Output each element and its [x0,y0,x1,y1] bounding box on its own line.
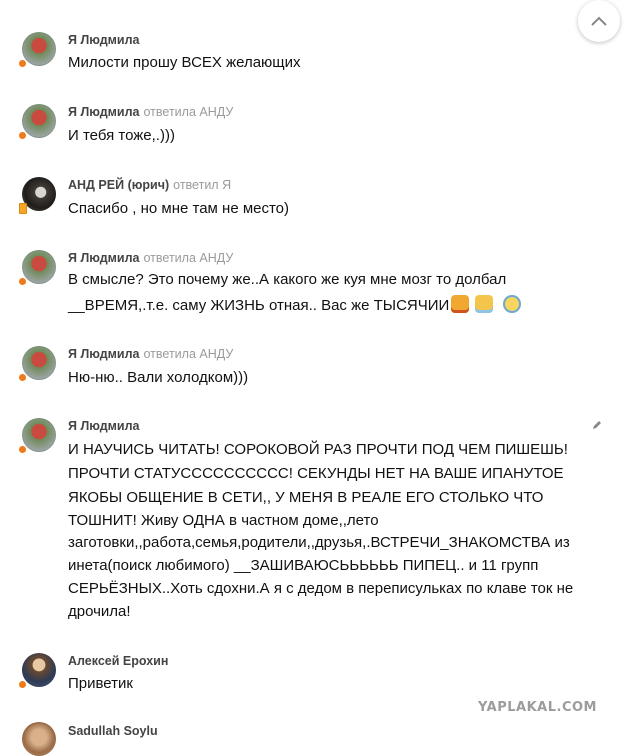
avatar[interactable] [22,722,56,756]
comment-text: Милости прошу ВСЕХ желающих [68,54,301,71]
reply-label: ответила [143,105,196,119]
avatar[interactable] [22,653,56,687]
comment-text-line: заготовки,,работа,семья,родители,,друзья… [68,534,570,551]
comment-author[interactable]: Я Людмила [68,105,140,119]
comment-text-line: СЕРЬЁЗНЫХ..Хоть сдохни.А я с дедом в пер… [68,580,574,597]
reply-target[interactable]: АНДУ [199,105,233,119]
comment-text-line: ПРОЧТИ СТАТУСССССССССС! СЕКУНДЫ НЕТ НА В… [68,465,564,482]
comment-text: И тебя тоже,.))) [68,127,175,144]
watermark: YAPLAKAL.COM [478,700,597,715]
scroll-top-button[interactable] [578,0,620,42]
pencil-icon[interactable] [592,420,602,430]
crying-cat-emoji [475,295,494,313]
avatar[interactable] [22,346,56,380]
reply-target[interactable]: АНДУ [199,251,233,265]
comment-text-line: ТОШНИТ! Живу ОДНА в частном доме,,лето [68,512,379,529]
comment-text-line: В смысле? Это почему же..А какого же куя… [68,271,507,288]
avatar[interactable] [22,250,56,284]
comment-text-line: дрочила! [68,603,131,620]
comment-author[interactable]: Sadullah Soylu [68,724,158,738]
reply-label: ответила [143,251,196,265]
comment-text: Спасибо , но мне там не место) [68,200,290,217]
avatar[interactable] [22,177,56,211]
online-status-dot [19,132,26,139]
online-status-dot [19,374,26,381]
avatar[interactable] [22,104,56,138]
chevron-up-icon [591,16,607,26]
comment-text: Ню-ню.. Вали холодком))) [68,369,249,386]
comment-author[interactable]: Алексей Ерохин [68,654,168,668]
avatar[interactable] [22,32,56,66]
comment-author[interactable]: Я Людмила [68,251,140,265]
reply-target[interactable]: АНДУ [199,347,233,361]
comment-text-line: И НАУЧИСЬ ЧИТАТЬ! СОРОКОВОЙ РАЗ ПРОЧТИ П… [68,441,568,458]
comment-author[interactable]: АНД РЕЙ (юрич) [68,178,169,192]
reply-label: ответила [143,347,196,361]
comment-author[interactable]: Я Людмила [68,347,140,361]
avatar[interactable] [22,418,56,452]
screaming-face-emoji [503,295,522,313]
comment-text-line: инета(поиск любимого) __ЗАШИВАЮСЬЬЬЬЬЬ П… [68,557,539,574]
reply-label: ответил [173,178,219,192]
online-status-dot [19,278,26,285]
comment-author[interactable]: Я Людмила [68,33,140,47]
online-status-dot [19,60,26,67]
online-status-dot [19,446,26,453]
comment-author[interactable]: Я Людмила [68,419,140,433]
online-status-dot [19,681,26,688]
comment-text: Приветик [68,675,133,692]
comment-text-line: __ВРЕМЯ,.т.е. саму ЖИЗНЬ отная.. Вас же … [68,297,450,314]
comment-text-line: ЯКОБЫ ОБЩЕНИЕ В СЕТИ,, У МЕНЯ В РЕАЛЕ ЕГ… [68,489,544,506]
mobile-status-icon [19,203,27,214]
reply-target[interactable]: Я [222,178,231,192]
angry-cat-emoji [451,295,470,313]
